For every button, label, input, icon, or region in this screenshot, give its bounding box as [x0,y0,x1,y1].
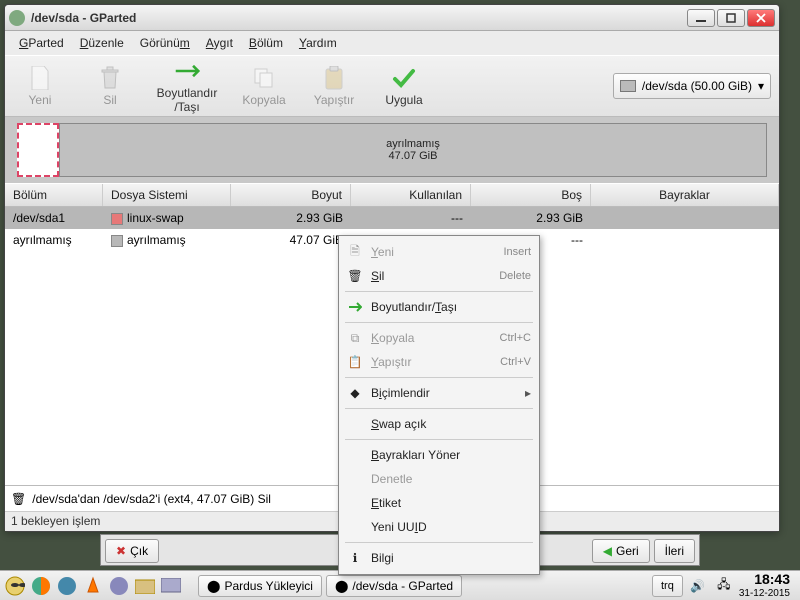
ctx-resize[interactable]: Boyutlandır/Taşı [339,295,539,319]
separator [345,408,533,409]
table-header: Bölüm Dosya Sistemi Boyut Kullanılan Boş… [5,183,779,207]
chevron-down-icon: ▾ [758,79,764,93]
separator [345,291,533,292]
col-free[interactable]: Boş [471,184,591,206]
context-menu: 🗎YeniInsert 🗑SilDelete Boyutlandır/Taşı … [338,235,540,575]
installer-icon: ⬤ [207,579,220,593]
ctx-flags[interactable]: Bayrakları Yöner [339,443,539,467]
paste-icon [321,65,347,91]
menu-gorunum[interactable]: Görünüm [134,33,196,53]
vlc-icon[interactable] [82,575,104,597]
ctx-swapon[interactable]: Swap açık [339,412,539,436]
col-used[interactable]: Kullanılan [351,184,471,206]
ctx-check: Denetle [339,467,539,491]
app-icon [9,10,25,26]
close-button[interactable] [747,9,775,27]
separator [345,439,533,440]
menu-bolum[interactable]: Bölüm [243,33,289,53]
keyboard-layout[interactable]: trq [652,575,683,597]
toolbar-delete: Sil [75,61,145,111]
menu-aygit[interactable]: Aygıt [200,33,239,53]
partition-graph[interactable]: ayrılmamış 47.07 GiB [5,117,779,183]
check-icon [391,65,417,91]
separator [345,377,533,378]
copy-icon: ⧉ [347,330,363,346]
document-icon [27,65,53,91]
task-installer[interactable]: ⬤Pardus Yükleyici [198,575,322,597]
menu-duzenle[interactable]: Düzenle [74,33,130,53]
trash-icon [97,65,123,91]
col-flags[interactable]: Bayraklar [591,184,779,206]
info-icon: ℹ [347,550,363,566]
toolbar-new: Yeni [5,61,75,111]
resize-icon [174,58,200,84]
col-filesystem[interactable]: Dosya Sistemi [103,184,231,206]
back-button[interactable]: ◀Geri [592,539,650,563]
desktop-icon[interactable] [160,575,182,597]
minimize-button[interactable] [687,9,715,27]
forward-button[interactable]: İleri [654,539,695,563]
disk-icon [620,80,636,92]
resize-icon [347,299,363,315]
ctx-delete[interactable]: 🗑SilDelete [339,264,539,288]
exit-icon: ✖ [116,544,126,558]
menubar: GParted Düzenle Görünüm Aygıt Bölüm Yard… [5,31,779,55]
ctx-copy: ⧉KopyalaCtrl+C [339,326,539,350]
ctx-label[interactable]: Etiket [339,491,539,515]
network-icon[interactable]: 🖧 [713,575,735,597]
ctx-uuid[interactable]: Yeni UUID [339,515,539,539]
ctx-format[interactable]: ◆Biçimlendir [339,381,539,405]
audio-icon[interactable] [108,575,130,597]
exit-button[interactable]: ✖Çık [105,539,159,563]
firefox-icon[interactable] [30,575,52,597]
files-icon[interactable] [134,575,156,597]
clock[interactable]: 18:43 31-12-2015 [739,572,796,598]
toolbar-paste: Yapıştır [299,61,369,111]
col-partition[interactable]: Bölüm [5,184,103,206]
window-title: /dev/sda - GParted [31,11,685,25]
toolbar-resize[interactable]: Boyutlandır /Taşı [145,54,229,118]
start-menu-icon[interactable] [4,575,26,597]
separator [345,542,533,543]
menu-yardim[interactable]: Yardım [293,33,343,53]
segment-sda1[interactable] [17,123,59,177]
fs-swatch-unallocated [111,235,123,247]
segment-unallocated[interactable]: ayrılmamış 47.07 GiB [59,123,767,177]
col-size[interactable]: Boyut [231,184,351,206]
fs-swatch-swap [111,213,123,225]
menu-gparted[interactable]: GParted [13,33,70,53]
document-icon: 🗎 [347,244,363,260]
thunderbird-icon[interactable] [56,575,78,597]
arrow-left-icon: ◀ [603,544,612,558]
paste-icon: 📋 [347,354,363,370]
toolbar-copy: Kopyala [229,61,299,111]
table-row[interactable]: /dev/sda1 linux-swap 2.93 GiB --- 2.93 G… [5,207,779,229]
titlebar[interactable]: /dev/sda - GParted [5,5,779,31]
format-icon: ◆ [347,385,363,401]
volume-icon[interactable]: 🔊 [687,575,709,597]
disk-icon: 🗑 [11,492,26,506]
ctx-new: 🗎YeniInsert [339,240,539,264]
toolbar: Yeni Sil Boyutlandır /Taşı Kopyala Yapış… [5,55,779,117]
task-gparted[interactable]: ⬤/dev/sda - GParted [326,575,462,597]
maximize-button[interactable] [717,9,745,27]
device-selector[interactable]: /dev/sda (50.00 GiB) ▾ [613,73,771,99]
ctx-info[interactable]: ℹBilgi [339,546,539,570]
trash-icon: 🗑 [347,268,363,284]
gparted-icon: ⬤ [335,579,348,593]
toolbar-apply[interactable]: Uygula [369,61,439,111]
separator [345,322,533,323]
ctx-paste: 📋YapıştırCtrl+V [339,350,539,374]
copy-icon [251,65,277,91]
